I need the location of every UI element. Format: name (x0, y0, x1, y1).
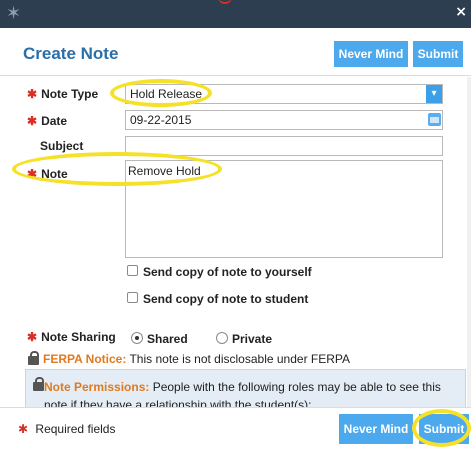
note-label: ✱ Note (27, 167, 68, 181)
date-input[interactable]: 09-22-2015 (125, 110, 443, 130)
chevron-down-icon[interactable]: ▾ (426, 85, 442, 103)
note-type-select[interactable]: Hold Release ▾ (125, 84, 443, 104)
dialog-footer: ✱ Required fields Never Mind Submit (0, 407, 471, 449)
lock-icon (33, 377, 44, 391)
private-label: Private (232, 332, 273, 346)
note-type-value: Hold Release (130, 87, 203, 101)
shared-radio[interactable] (131, 332, 143, 344)
note-type-label: ✱ Note Type (27, 87, 99, 101)
close-icon[interactable]: × (455, 4, 467, 20)
shared-label: Shared (147, 332, 188, 346)
required-asterisk-icon: ✱ (27, 330, 38, 344)
form-scrollbar[interactable] (467, 77, 471, 407)
copy-self-checkbox[interactable] (127, 265, 138, 276)
lock-icon (28, 351, 39, 365)
permissions-title: Note Permissions: (44, 380, 150, 394)
copy-student-label: Send copy of note to student (143, 292, 309, 306)
private-radio[interactable] (216, 332, 228, 344)
required-asterisk-icon: ✱ (27, 167, 38, 181)
ferpa-title: FERPA Notice: (43, 352, 127, 366)
dialog-title: Create Note (23, 44, 119, 63)
required-asterisk-icon: ✱ (18, 422, 29, 436)
star-logo-icon: ✶ (6, 3, 22, 24)
submit-button[interactable]: Submit (419, 414, 469, 444)
ferpa-text: This note is not disclosable under FERPA (126, 352, 351, 366)
app-top-bar: ✶ × (0, 0, 471, 28)
note-form: ✱ Note Type Hold Release ▾ ✱ Date 09-22-20… (0, 77, 471, 407)
note-textarea[interactable]: Remove Hold (125, 160, 443, 258)
never-mind-button[interactable]: Never Mind (339, 414, 413, 444)
required-fields-note: ✱ Required fields (18, 422, 116, 436)
note-permissions-text: Note Permissions: People with the follow… (44, 378, 462, 407)
note-sharing-label: ✱ Note Sharing (27, 330, 116, 344)
date-label: ✱ Date (27, 114, 68, 128)
dialog-header: Create Note Never Mind Submit (0, 28, 471, 76)
copy-self-label: Send copy of note to yourself (143, 265, 312, 279)
copy-student-checkbox[interactable] (127, 292, 138, 303)
ferpa-notice: FERPA Notice: This note is not disclosab… (43, 352, 350, 366)
never-mind-button-top[interactable]: Never Mind (334, 41, 408, 67)
required-asterisk-icon: ✱ (27, 87, 38, 101)
subject-input[interactable] (125, 136, 443, 156)
submit-button-top[interactable]: Submit (413, 41, 463, 67)
calendar-icon[interactable] (428, 113, 441, 126)
red-annotation-mark (218, 0, 232, 4)
note-permissions-box: Note Permissions: People with the follow… (25, 369, 466, 407)
date-value: 09-22-2015 (130, 113, 192, 127)
subject-label: Subject (40, 139, 84, 153)
required-asterisk-icon: ✱ (27, 114, 38, 128)
